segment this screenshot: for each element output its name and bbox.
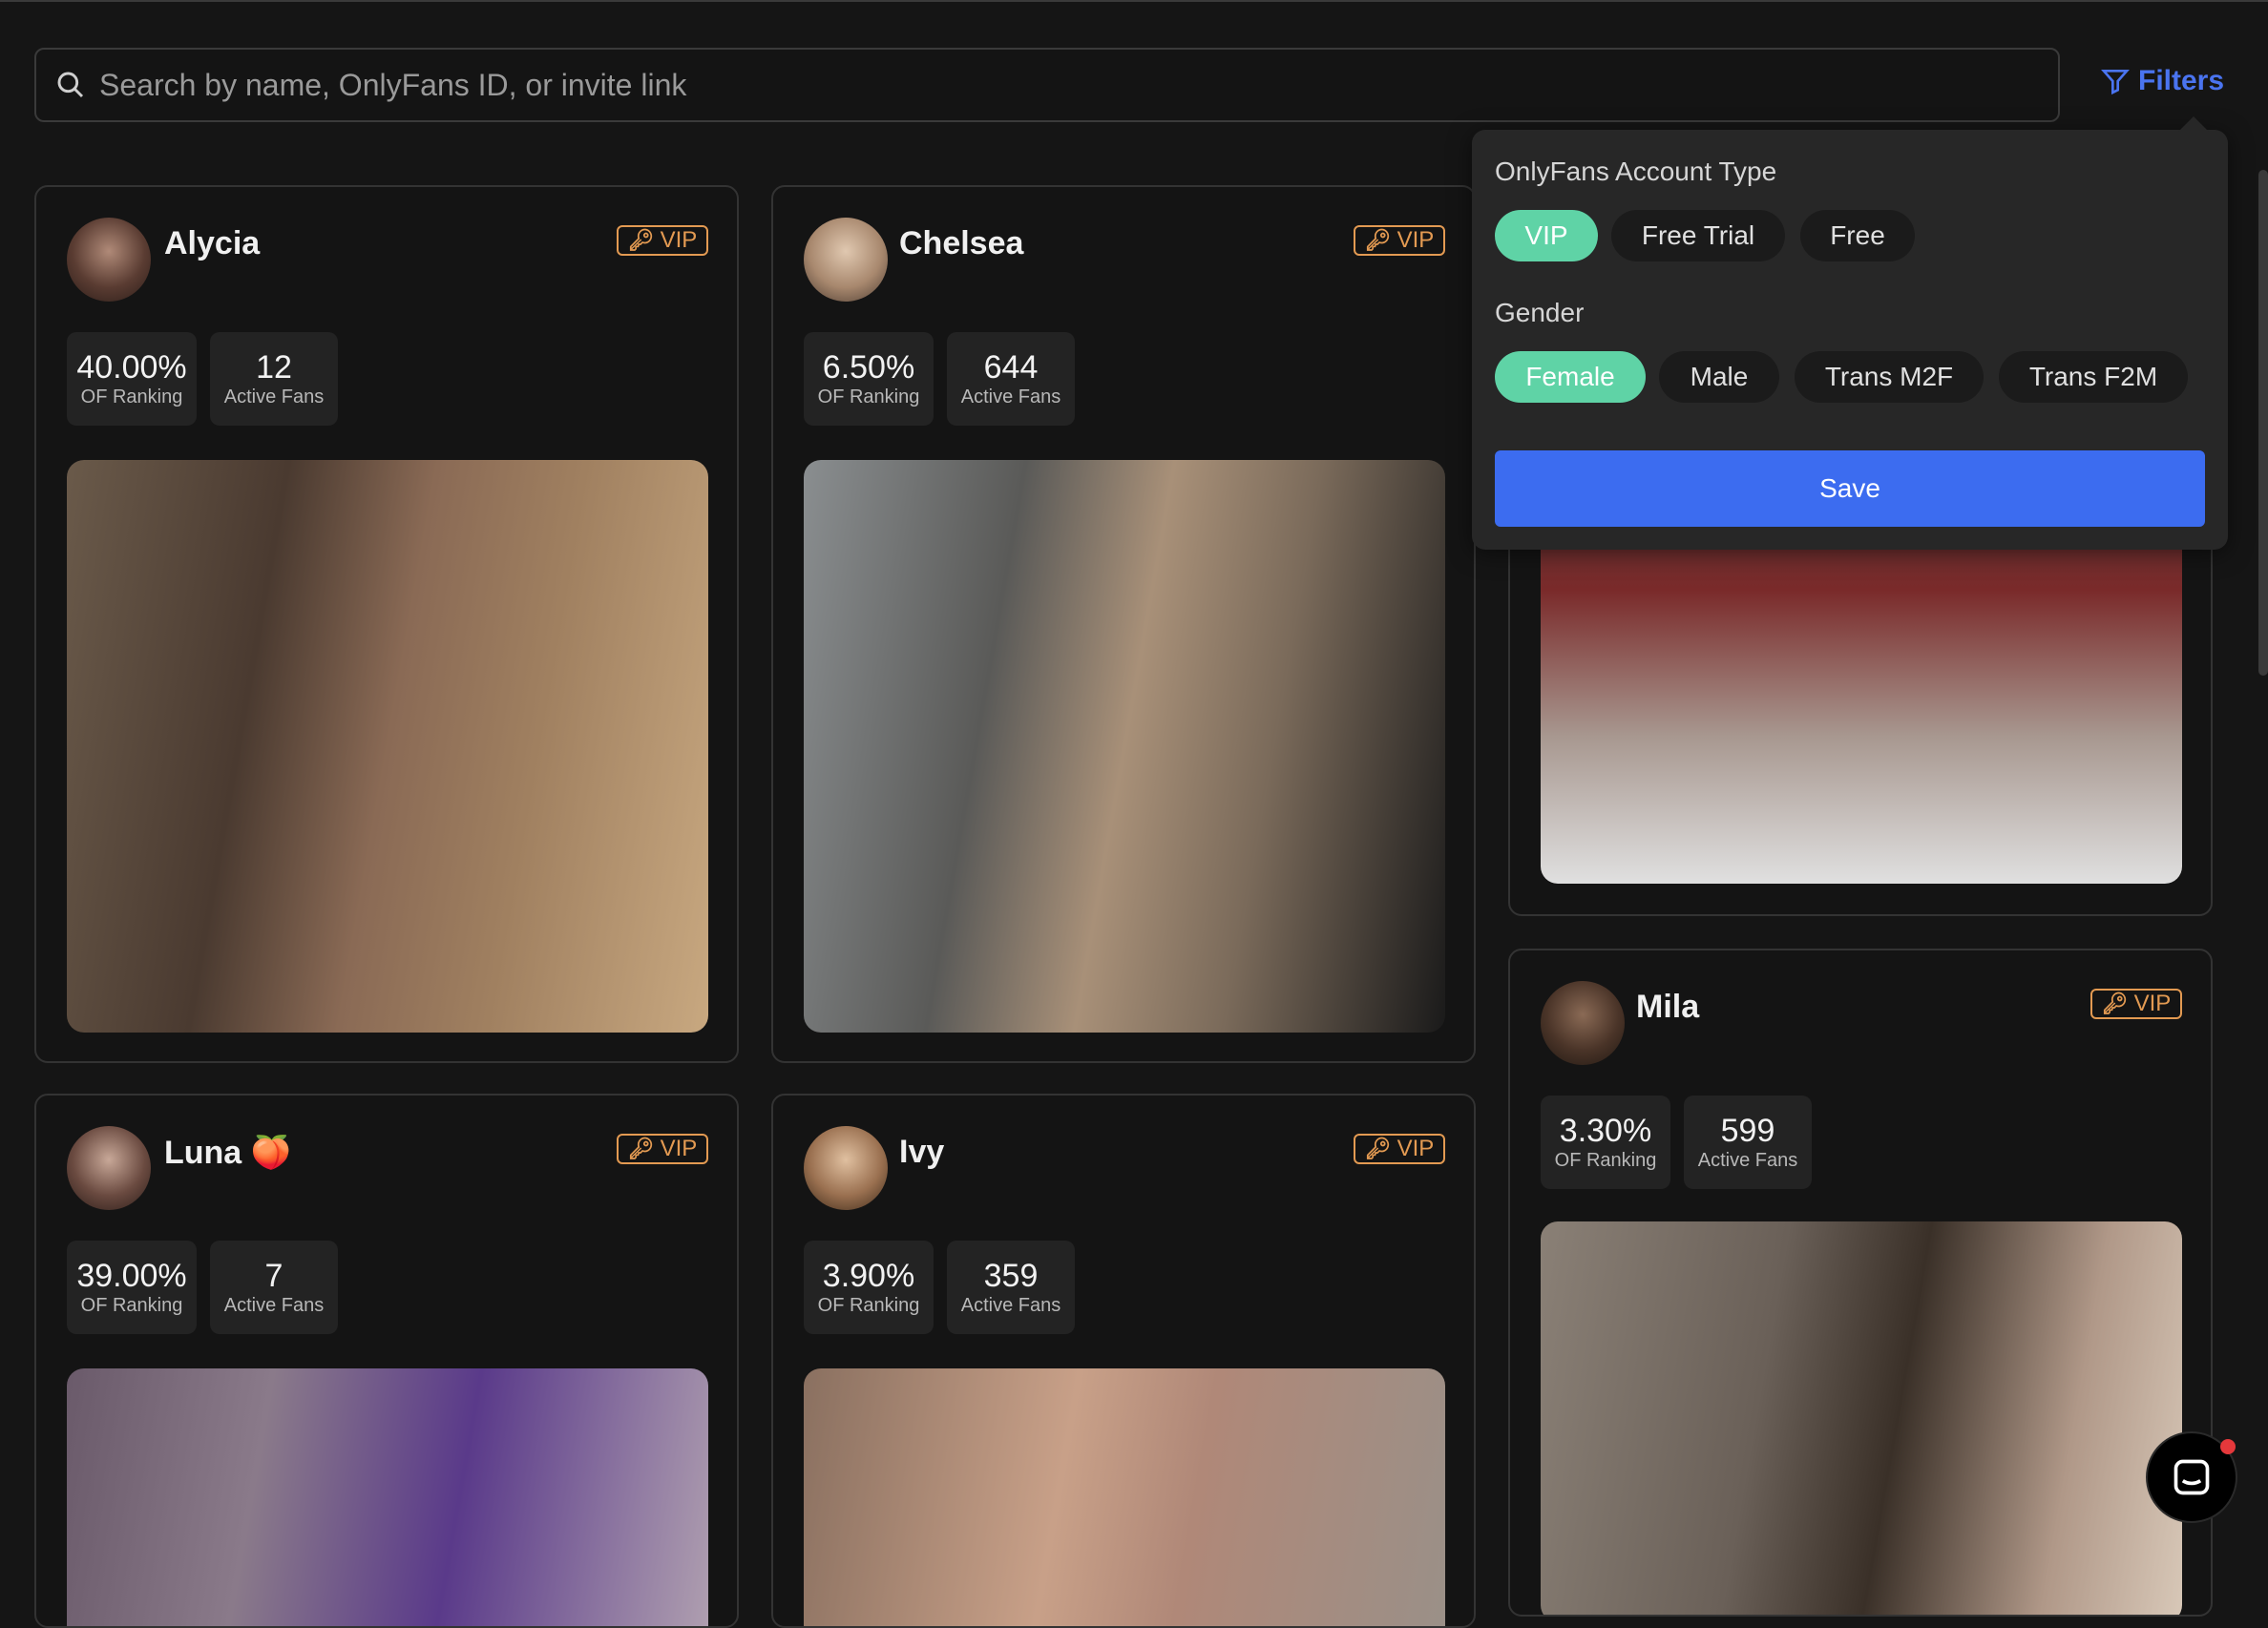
vip-badge: 🔑︎ VIP <box>617 225 708 256</box>
of-ranking-stat: 40.00% OF Ranking <box>67 332 197 426</box>
of-ranking-stat: 3.30% OF Ranking <box>1541 1096 1670 1189</box>
active-fans-stat: 7 Active Fans <box>210 1241 338 1334</box>
key-icon: 🔑︎ <box>2101 991 2129 1015</box>
active-fans-stat: 12 Active Fans <box>210 332 338 426</box>
filters-label: Filters <box>2138 65 2225 96</box>
key-icon: 🔑︎ <box>627 1137 655 1160</box>
avatar <box>804 218 888 302</box>
avatar <box>1541 981 1625 1065</box>
creator-name: Ivy <box>899 1134 945 1170</box>
key-icon: 🔑︎ <box>1364 228 1392 252</box>
chip-trans-f2m[interactable]: Trans F2M <box>1999 351 2188 403</box>
notification-dot <box>2220 1439 2236 1454</box>
avatar <box>804 1126 888 1210</box>
creator-card-mila[interactable]: Mila 🔑︎ VIP 3.30% OF Ranking 599 Active Fan… <box>1508 949 2213 1617</box>
save-button[interactable]: Save <box>1495 450 2205 527</box>
filter-popover: OnlyFans Account Type VIP Free Trial Fre… <box>1472 116 2228 550</box>
vip-badge: 🔑︎ VIP <box>1354 225 1445 256</box>
creator-card-chelsea[interactable]: Chelsea 🔑︎ VIP 6.50% OF Ranking 644 Active … <box>771 185 1476 1063</box>
creator-card-luna[interactable]: Luna 🍑 🔑︎ VIP 39.00% OF Ranking 7 Active Fa… <box>34 1094 739 1628</box>
active-fans-stat: 359 Active Fans <box>947 1241 1075 1334</box>
chip-free-trial[interactable]: Free Trial <box>1611 210 1785 261</box>
chip-free[interactable]: Free <box>1800 210 1915 261</box>
account-type-title: OnlyFans Account Type <box>1495 157 1777 186</box>
chip-male[interactable]: Male <box>1659 351 1779 403</box>
creator-name: Alycia <box>164 225 261 261</box>
top-border <box>0 0 2268 2</box>
creator-name: Luna 🍑 <box>164 1135 291 1171</box>
search-bar[interactable] <box>34 48 2060 122</box>
creator-card-ivy[interactable]: Ivy 🔑︎ VIP 3.90% OF Ranking 359 Active Fans <box>771 1094 1476 1628</box>
search-icon <box>57 72 84 98</box>
of-ranking-stat: 39.00% OF Ranking <box>67 1241 197 1334</box>
blurred-photo[interactable] <box>67 1368 708 1626</box>
chip-female[interactable]: Female <box>1495 351 1646 403</box>
creator-name: Mila <box>1636 989 1700 1025</box>
scrollbar-thumb[interactable] <box>2258 170 2268 676</box>
vip-badge: 🔑︎ VIP <box>1354 1134 1445 1164</box>
blurred-photo[interactable] <box>1541 1221 2182 1615</box>
creator-card-alycia[interactable]: Alycia 🔑︎ VIP 40.00% OF Ranking 12 Active F… <box>34 185 739 1063</box>
blurred-photo[interactable] <box>804 460 1445 1033</box>
key-icon: 🔑︎ <box>627 228 655 252</box>
vip-badge: 🔑︎ VIP <box>2090 989 2182 1019</box>
avatar <box>67 218 151 302</box>
filter-funnel-icon <box>2101 70 2130 95</box>
chip-vip[interactable]: VIP <box>1495 210 1598 261</box>
chat-icon <box>2174 1459 2210 1495</box>
active-fans-stat: 644 Active Fans <box>947 332 1075 426</box>
blurred-photo[interactable] <box>67 460 708 1033</box>
filters-button[interactable]: Filters <box>2100 65 2224 97</box>
avatar <box>67 1126 151 1210</box>
key-icon: 🔑︎ <box>1364 1137 1392 1160</box>
active-fans-stat: 599 Active Fans <box>1684 1096 1812 1189</box>
popover-arrow <box>2178 116 2209 132</box>
search-input[interactable] <box>97 66 2058 104</box>
blurred-photo[interactable] <box>804 1368 1445 1626</box>
chip-trans-m2f[interactable]: Trans M2F <box>1795 351 1984 403</box>
of-ranking-stat: 3.90% OF Ranking <box>804 1241 934 1334</box>
vip-badge: 🔑︎ VIP <box>617 1134 708 1164</box>
of-ranking-stat: 6.50% OF Ranking <box>804 332 934 426</box>
gender-title: Gender <box>1495 298 1585 327</box>
creator-name: Chelsea <box>899 225 1024 261</box>
